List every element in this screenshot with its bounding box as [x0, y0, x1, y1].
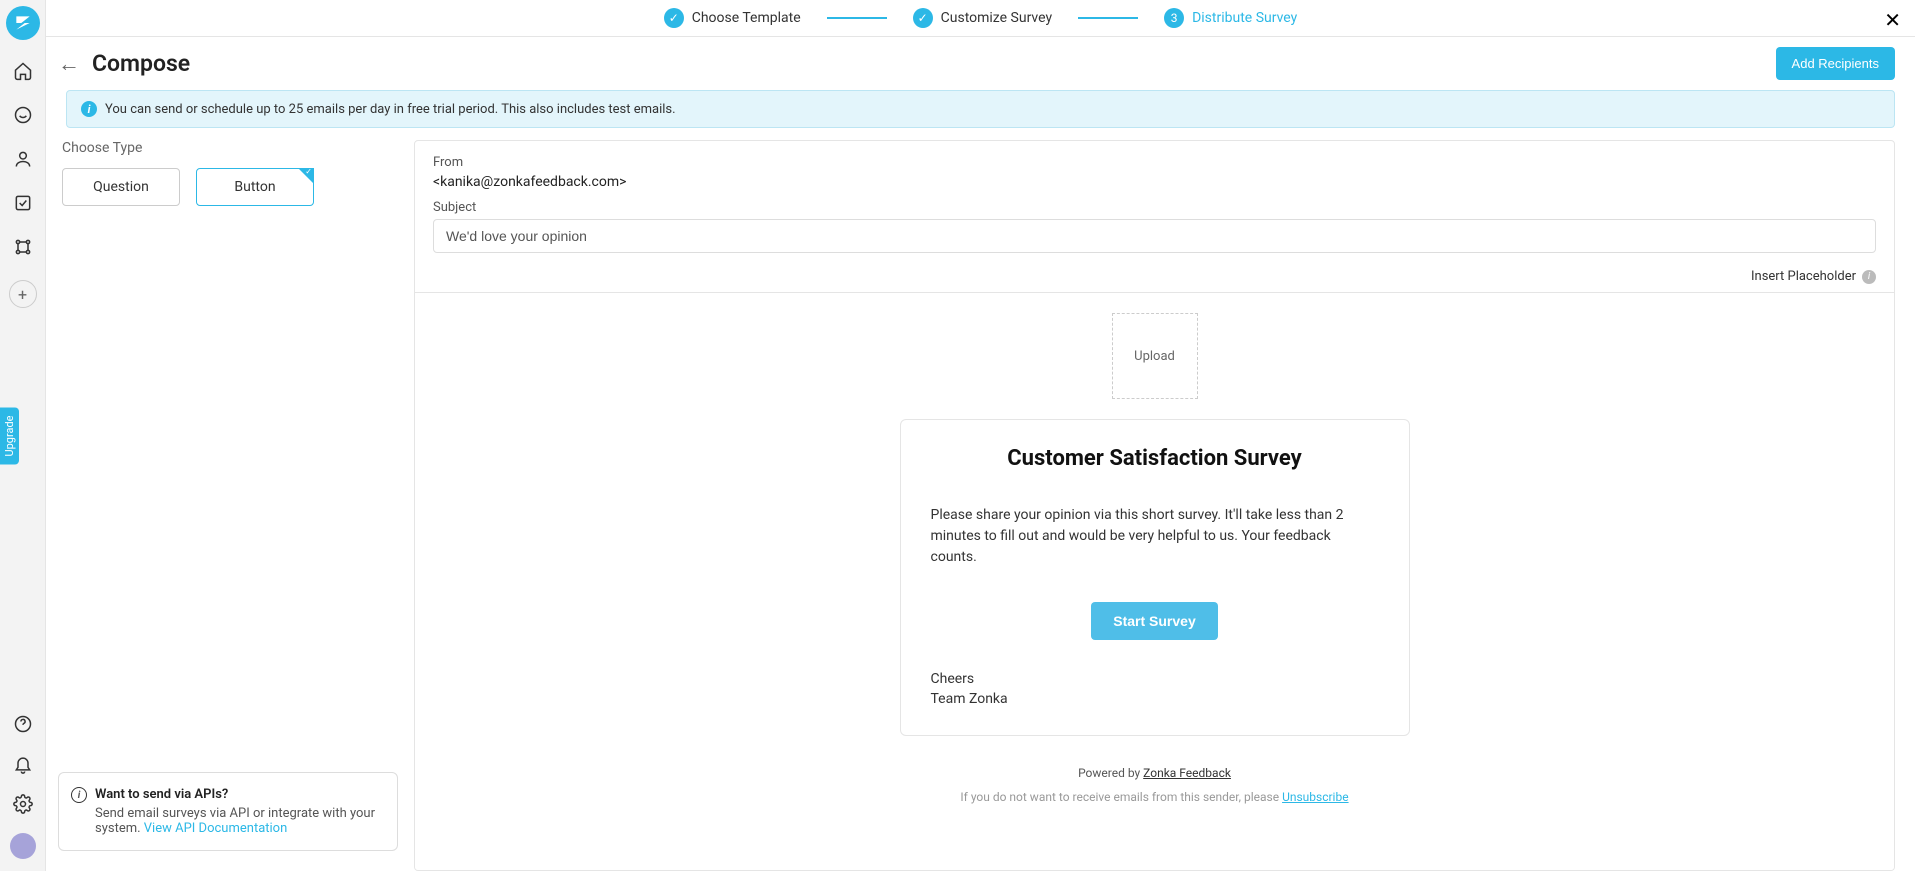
- home-icon[interactable]: [12, 60, 34, 82]
- workflows-icon[interactable]: [12, 236, 34, 258]
- notifications-icon[interactable]: [12, 753, 34, 775]
- api-card: i Want to send via APIs? Send email surv…: [58, 772, 398, 851]
- from-value: <kanika@zonkafeedback.com>: [433, 174, 1876, 190]
- type-option-button[interactable]: Button: [196, 168, 314, 206]
- email-composer: From <kanika@zonkafeedback.com> Subject …: [414, 140, 1895, 871]
- left-column: Choose Type Question Button i Want to se…: [58, 140, 398, 871]
- start-survey-button[interactable]: Start Survey: [1091, 602, 1217, 640]
- choose-type-label: Choose Type: [62, 140, 398, 156]
- info-outline-icon: i: [71, 787, 87, 803]
- contacts-icon[interactable]: [12, 148, 34, 170]
- email-card: Customer Satisfaction Survey Please shar…: [900, 419, 1410, 736]
- email-body: Please share your opinion via this short…: [931, 505, 1379, 568]
- avatar[interactable]: [10, 833, 36, 859]
- add-button[interactable]: +: [9, 280, 37, 308]
- step-number-icon: 3: [1164, 8, 1184, 28]
- email-sign-line1: Cheers: [931, 670, 1379, 690]
- insert-placeholder-button[interactable]: Insert Placeholder i: [1751, 269, 1876, 284]
- step-connector: [827, 17, 887, 19]
- subject-input[interactable]: [433, 219, 1876, 253]
- add-recipients-button[interactable]: Add Recipients: [1776, 47, 1895, 80]
- page-title: Compose: [92, 50, 190, 77]
- powered-by: Powered by Zonka Feedback: [415, 766, 1894, 780]
- info-icon: i: [81, 101, 97, 117]
- type-option-question[interactable]: Question: [62, 168, 180, 206]
- from-label: From: [433, 155, 1876, 170]
- main: ✓ Choose Template ✓ Customize Survey 3 D…: [46, 0, 1915, 871]
- surveys-icon[interactable]: [12, 192, 34, 214]
- unsubscribe-link[interactable]: Unsubscribe: [1282, 790, 1349, 804]
- subject-label: Subject: [433, 200, 1876, 215]
- check-icon: ✓: [913, 8, 933, 28]
- stepper-bar: ✓ Choose Template ✓ Customize Survey 3 D…: [46, 0, 1915, 37]
- unsubscribe-row: If you do not want to receive emails fro…: [415, 790, 1894, 804]
- settings-icon[interactable]: [12, 793, 34, 815]
- step-choose-template[interactable]: ✓ Choose Template: [664, 8, 801, 28]
- info-icon: i: [1862, 270, 1876, 284]
- info-banner-text: You can send or schedule up to 25 emails…: [105, 102, 676, 117]
- step-connector: [1078, 17, 1138, 19]
- api-doc-link[interactable]: View API Documentation: [144, 821, 288, 836]
- powered-link[interactable]: Zonka Feedback: [1143, 766, 1231, 780]
- feedback-icon[interactable]: [12, 104, 34, 126]
- sidebar: + Upgrade: [0, 0, 46, 871]
- back-arrow-icon[interactable]: ←: [58, 51, 80, 77]
- close-icon[interactable]: ✕: [1884, 8, 1901, 32]
- logo[interactable]: [6, 6, 40, 40]
- step-distribute-survey[interactable]: 3 Distribute Survey: [1164, 8, 1297, 28]
- info-banner: i You can send or schedule up to 25 emai…: [66, 90, 1895, 128]
- email-sign-line2: Team Zonka: [931, 690, 1379, 710]
- upload-logo-box[interactable]: Upload: [1112, 313, 1198, 399]
- api-card-title: Want to send via APIs?: [95, 787, 383, 802]
- page-header: ← Compose Add Recipients: [46, 37, 1915, 90]
- insert-placeholder-label: Insert Placeholder: [1751, 269, 1856, 284]
- help-icon[interactable]: [12, 713, 34, 735]
- email-preview: Upload Customer Satisfaction Survey Plea…: [415, 293, 1894, 870]
- upgrade-tab[interactable]: Upgrade: [0, 407, 19, 464]
- check-icon: ✓: [664, 8, 684, 28]
- step-customize-survey[interactable]: ✓ Customize Survey: [913, 8, 1052, 28]
- email-title: Customer Satisfaction Survey: [931, 446, 1379, 471]
